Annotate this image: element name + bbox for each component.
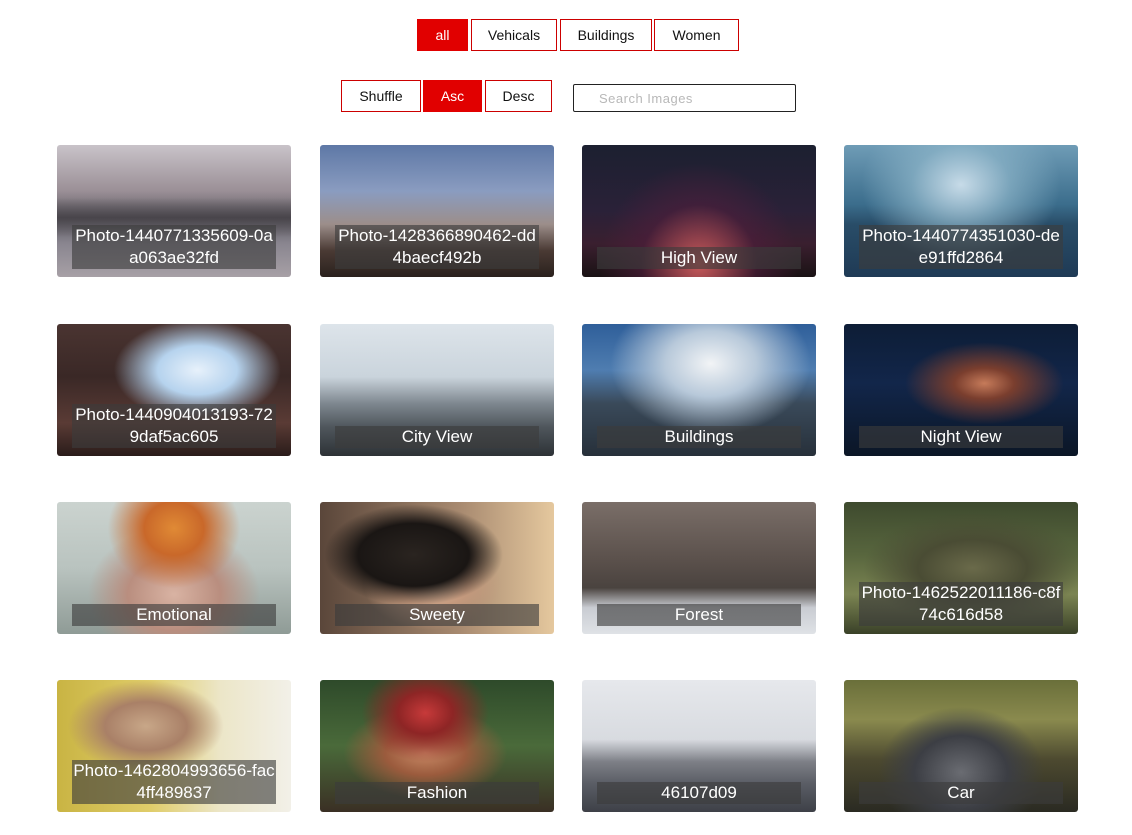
gallery-item[interactable]: Photo-1462804993656-fac4ff489837 <box>57 680 291 812</box>
gallery-item-caption: Photo-1462522011186-c8f74c616d58 <box>859 582 1063 626</box>
gallery-item-caption: Night View <box>859 425 1063 448</box>
gallery-item-caption: Emotional <box>72 603 276 626</box>
gallery-item[interactable]: Photo-1440774351030-dee91ffd2864 <box>844 145 1078 277</box>
gallery-item[interactable]: Buildings <box>582 324 816 456</box>
gallery-item[interactable]: City View <box>320 324 554 456</box>
gallery-item-caption: 46107d09 <box>597 781 801 804</box>
filter-vehicals-button[interactable]: Vehicals <box>471 19 557 51</box>
filter-all-button[interactable]: all <box>417 19 468 51</box>
category-filter-bar: all Vehicals Buildings Women <box>0 19 1132 51</box>
gallery-item[interactable]: Photo-1462522011186-c8f74c616d58 <box>844 502 1078 634</box>
gallery-item[interactable]: Emotional <box>57 502 291 634</box>
gallery-item[interactable]: Forest <box>582 502 816 634</box>
filter-buildings-button[interactable]: Buildings <box>560 19 652 51</box>
gallery-item[interactable]: Night View <box>844 324 1078 456</box>
gallery-item-caption: City View <box>335 425 539 448</box>
gallery-item-caption: Fashion <box>335 781 539 804</box>
shuffle-button[interactable]: Shuffle <box>341 80 421 112</box>
gallery-item-caption: Car <box>859 781 1063 804</box>
search-input[interactable] <box>573 84 796 112</box>
sort-desc-button[interactable]: Desc <box>485 80 552 112</box>
gallery-item-caption: Buildings <box>597 425 801 448</box>
gallery-item-caption: High View <box>597 246 801 269</box>
filter-women-button[interactable]: Women <box>654 19 739 51</box>
gallery-item[interactable]: Photo-1428366890462-dd4baecf492b <box>320 145 554 277</box>
gallery-item[interactable]: Sweety <box>320 502 554 634</box>
sort-bar: Shuffle Asc Desc <box>0 80 1132 112</box>
gallery-item[interactable]: Photo-1440771335609-0aa063ae32fd <box>57 145 291 277</box>
gallery-item-caption: Photo-1428366890462-dd4baecf492b <box>335 225 539 269</box>
gallery-item-caption: Photo-1440904013193-729daf5ac605 <box>72 404 276 448</box>
gallery-item-caption: Photo-1440771335609-0aa063ae32fd <box>72 225 276 269</box>
gallery-item-caption: Forest <box>597 603 801 626</box>
gallery-item[interactable]: Fashion <box>320 680 554 812</box>
gallery-item[interactable]: 46107d09 <box>582 680 816 812</box>
gallery-item[interactable]: Photo-1440904013193-729daf5ac605 <box>57 324 291 456</box>
gallery-item[interactable]: High View <box>582 145 816 277</box>
gallery-item[interactable]: Car <box>844 680 1078 812</box>
gallery-item-caption: Photo-1462804993656-fac4ff489837 <box>72 760 276 804</box>
gallery-item-caption: Sweety <box>335 603 539 626</box>
gallery-item-caption: Photo-1440774351030-dee91ffd2864 <box>859 225 1063 269</box>
sort-asc-button[interactable]: Asc <box>423 80 482 112</box>
